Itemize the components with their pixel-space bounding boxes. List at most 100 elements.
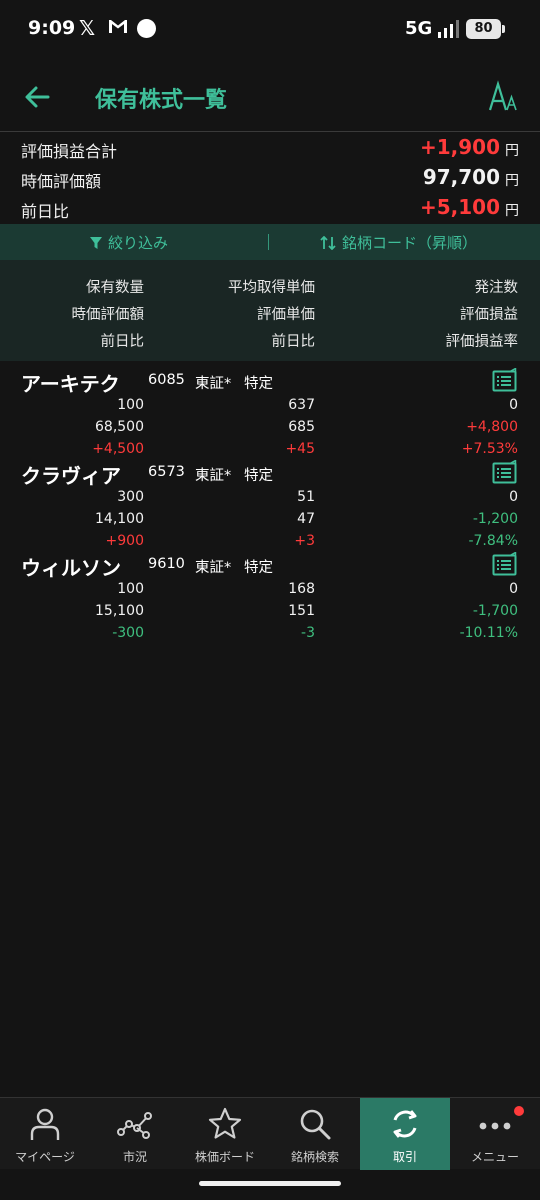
col-header: 保有数量: [86, 280, 144, 296]
holding-account: 特定: [244, 468, 273, 484]
battery-icon: 80: [466, 19, 505, 39]
column-headers: 保有数量 平均取得単価 発注数 時価評価額 評価単価 評価損益 前日比 前日比 …: [0, 260, 540, 361]
holding-pl-rate: -10.11%: [459, 625, 518, 641]
holding-order-qty: 0: [509, 581, 518, 597]
summary-unit: 円: [505, 203, 519, 219]
home-indicator[interactable]: [199, 1181, 341, 1186]
nav-stock-search[interactable]: 銘柄検索: [270, 1098, 360, 1170]
col-header: 評価損益: [460, 307, 518, 323]
font-size-icon[interactable]: [488, 80, 518, 114]
holding-account: 特定: [244, 560, 273, 576]
nav-label: 株価ボード: [194, 1150, 255, 1164]
order-document-icon[interactable]: [492, 460, 518, 484]
summary-value: +1,900: [419, 135, 500, 159]
nav-label: 市況: [122, 1150, 147, 1164]
signal-icon: [438, 20, 459, 38]
holding-order-qty: 0: [509, 397, 518, 413]
holding-market-value: 68,500: [95, 419, 144, 435]
order-document-icon[interactable]: [492, 552, 518, 576]
nav-trade[interactable]: 取引: [360, 1098, 450, 1170]
divider: [268, 234, 269, 250]
holding-row[interactable]: ウィルソン 9610 東証* 特定 100 168 0 15,100 151 -…: [0, 546, 540, 641]
col-header: 評価単価: [257, 307, 315, 323]
person-icon: [30, 1108, 60, 1140]
holding-quantity: 300: [117, 489, 144, 505]
summary-value: +5,100: [419, 195, 500, 219]
network-type: 5G: [405, 18, 433, 39]
holding-name: クラヴィア: [21, 464, 121, 488]
holding-eval-price: 685: [288, 419, 315, 435]
holding-avg-price: 637: [288, 397, 315, 413]
holding-code: 6573: [148, 464, 185, 480]
holding-avg-price: 51: [297, 489, 315, 505]
holding-quantity: 100: [117, 397, 144, 413]
market-chart-icon: [117, 1112, 152, 1139]
nav-label: メニュー: [470, 1150, 519, 1164]
status-time: 9:09: [28, 17, 76, 39]
holding-code: 6085: [148, 372, 185, 388]
holding-eval-price: 47: [297, 511, 315, 527]
holding-order-qty: 0: [509, 489, 518, 505]
holding-account: 特定: [244, 376, 273, 392]
page-title: 保有株式一覧: [95, 88, 228, 113]
holding-avg-price: 168: [288, 581, 315, 597]
col-header: 評価損益率: [445, 334, 519, 350]
notification-badge: [514, 1106, 524, 1116]
holding-eval-pl: +4,800: [466, 419, 518, 435]
gmail-icon: [109, 20, 127, 33]
holding-row[interactable]: クラヴィア 6573 東証* 特定 300 51 0 14,100 47 -1,…: [0, 454, 540, 549]
holding-eval-pl: -1,200: [472, 511, 518, 527]
sort-button[interactable]: 銘柄コード（昇順）: [320, 232, 477, 253]
holding-row[interactable]: アーキテク 6085 東証* 特定 100 637 0 68,500 685 +…: [0, 362, 540, 457]
col-header: 時価評価額: [71, 307, 145, 323]
app-header: 保有株式一覧: [0, 62, 540, 132]
nav-menu[interactable]: メニュー: [450, 1098, 540, 1170]
summary-label: 時価評価額: [21, 172, 102, 191]
holding-market: 東証*: [195, 376, 232, 392]
summary-label: 前日比: [21, 202, 70, 221]
nav-mypage[interactable]: マイページ: [0, 1098, 90, 1170]
filter-sort-bar: 絞り込み 銘柄コード（昇順）: [0, 224, 540, 260]
filter-button[interactable]: 絞り込み: [90, 232, 168, 253]
nav-label: 銘柄検索: [290, 1150, 339, 1164]
order-document-icon[interactable]: [492, 368, 518, 392]
col-header: 平均取得単価: [228, 280, 315, 296]
holding-quantity: 100: [117, 581, 144, 597]
summary-unit: 円: [505, 173, 519, 189]
star-icon: [208, 1107, 242, 1139]
bottom-navigation: マイページ 市況 株価ボード 銘柄検索 取引 メニュー: [0, 1097, 540, 1170]
back-arrow-icon[interactable]: [22, 82, 52, 112]
nav-stock-board[interactable]: 株価ボード: [180, 1098, 270, 1170]
holding-market-value: 15,100: [95, 603, 144, 619]
holding-market-value: 14,100: [95, 511, 144, 527]
holding-eval-price: 151: [288, 603, 315, 619]
more-dots-icon: [479, 1122, 511, 1130]
col-header: 前日比: [100, 334, 145, 350]
portfolio-summary: 評価損益合計 +1,900 円 時価評価額 97,700 円 前日比 +5,10…: [0, 133, 540, 223]
holding-code: 9610: [148, 556, 185, 572]
summary-label: 評価損益合計: [21, 142, 118, 161]
search-icon: [300, 1109, 331, 1140]
holding-day-change: -300: [112, 625, 144, 641]
nav-market[interactable]: 市況: [90, 1098, 180, 1170]
holding-name: アーキテク: [21, 372, 120, 396]
holding-market: 東証*: [195, 468, 232, 484]
filter-label: 絞り込み: [108, 234, 169, 252]
filter-funnel-icon: [90, 236, 102, 249]
sort-label: 銘柄コード（昇順）: [342, 234, 478, 252]
summary-row-day-change: 前日比 +5,100 円: [0, 193, 540, 223]
holding-eval-pl: -1,700: [472, 603, 518, 619]
nav-label: マイページ: [15, 1150, 75, 1164]
status-bar: 9:09 𝕏 5G 80: [0, 0, 540, 60]
summary-unit: 円: [505, 143, 519, 159]
holding-market: 東証*: [195, 560, 232, 576]
nav-label: 取引: [392, 1150, 417, 1164]
sort-arrows-icon: [320, 235, 336, 250]
col-header: 前日比: [271, 334, 316, 350]
trade-refresh-icon: [393, 1110, 417, 1138]
x-app-icon: 𝕏: [79, 16, 96, 40]
col-header: 発注数: [474, 280, 519, 296]
summary-value: 97,700: [422, 165, 500, 189]
summary-row-market-value: 時価評価額 97,700 円: [0, 163, 540, 193]
holding-name: ウィルソン: [21, 556, 121, 580]
